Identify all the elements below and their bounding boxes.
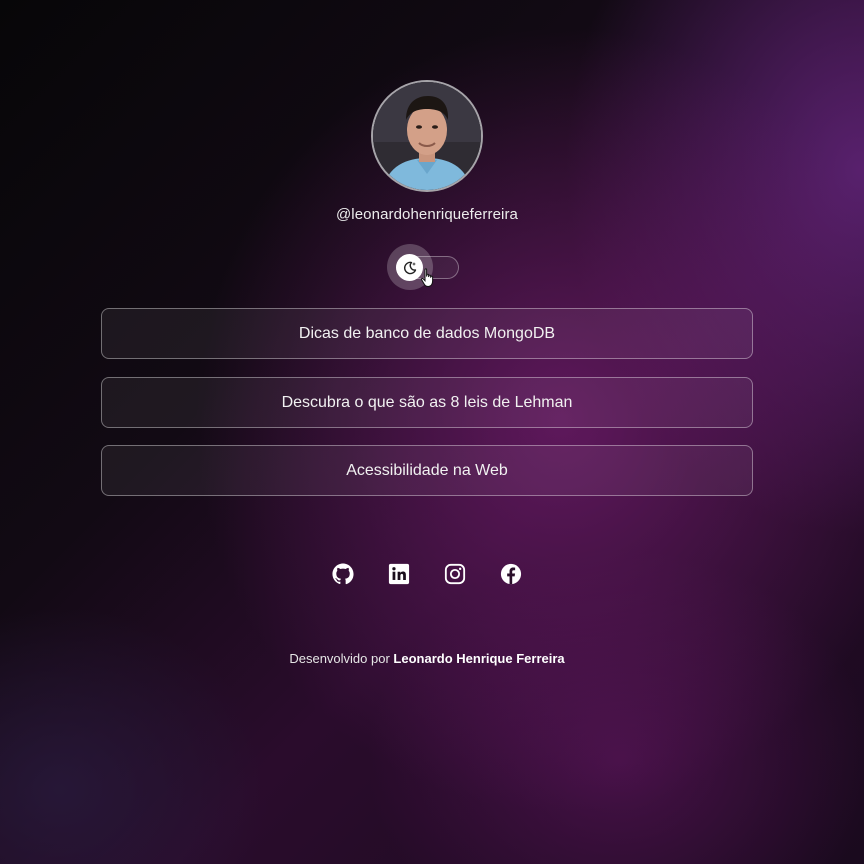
- footer: Desenvolvido por Leonardo Henrique Ferre…: [0, 651, 854, 666]
- instagram-icon: [444, 563, 466, 585]
- avatar: [371, 80, 483, 192]
- linkedin-icon: [388, 563, 410, 585]
- link-button-lehman[interactable]: Descubra o que são as 8 leis de Lehman: [101, 377, 753, 428]
- facebook-link[interactable]: [500, 563, 522, 585]
- footer-prefix: Desenvolvido por: [289, 651, 390, 666]
- facebook-icon: [500, 563, 522, 585]
- github-icon: [332, 563, 354, 585]
- instagram-link[interactable]: [444, 563, 466, 585]
- footer-author[interactable]: Leonardo Henrique Ferreira: [393, 651, 564, 666]
- username: @leonardohenriqueferreira: [335, 206, 518, 223]
- link-label: Descubra o que são as 8 leis de Lehman: [281, 393, 573, 411]
- github-link[interactable]: [332, 563, 354, 585]
- link-button-mongodb[interactable]: Dicas de banco de dados MongoDB: [101, 308, 753, 359]
- link-button-acessibilidade[interactable]: Acessibilidade na Web: [101, 445, 753, 496]
- linkedin-link[interactable]: [388, 563, 410, 585]
- link-label: Acessibilidade na Web: [346, 461, 508, 479]
- theme-toggle-knob[interactable]: [396, 254, 423, 281]
- hand-cursor-icon: [421, 268, 434, 288]
- avatar-photo: [373, 82, 481, 190]
- moon-stars-icon: [403, 261, 416, 274]
- page: @leonardohenriqueferreira Dicas de banco…: [0, 0, 864, 864]
- link-label: Dicas de banco de dados MongoDB: [298, 324, 556, 342]
